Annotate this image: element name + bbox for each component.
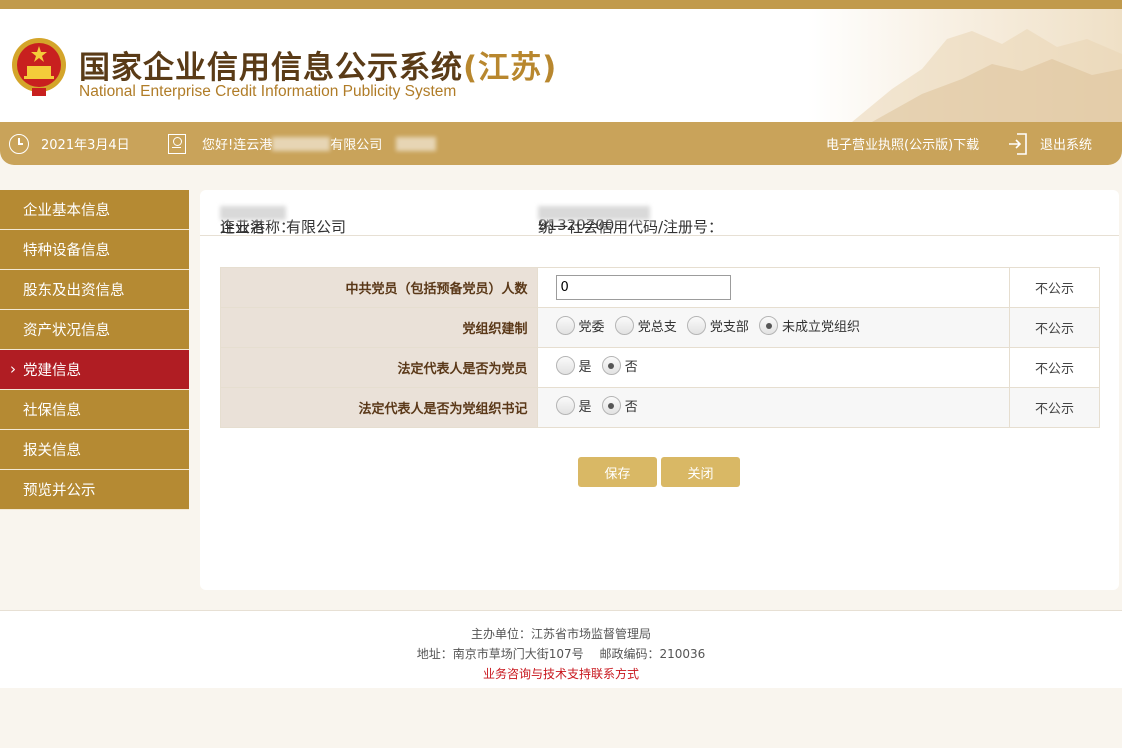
publicity-status: 不公示 — [1009, 267, 1100, 308]
radio-party-committee[interactable]: 党委 — [555, 316, 605, 335]
company-name: 企业名称： 连云港 有限公司 — [220, 203, 346, 236]
national-emblem-icon — [12, 38, 66, 96]
radio-rep-secretary-no[interactable]: 否 — [601, 396, 638, 415]
sidebar-nav: 企业基本信息 特种设备信息 股东及出资信息 资产状况信息 党建信息 社保信息 报… — [0, 190, 189, 510]
radio-label: 是 — [578, 400, 592, 415]
party-members-input[interactable] — [555, 275, 731, 300]
sidebar-item-shareholders[interactable]: 股东及出资信息 — [0, 270, 189, 310]
sidebar-item-label: 资产状况信息 — [23, 323, 110, 339]
top-bar: 2021年3月4日 您好!连云港 有限公司 电子营业执照(公示版)下载 退出系统 — [0, 122, 1122, 165]
logout-label: 退出系统 — [1040, 138, 1093, 153]
party-building-form: 中共党员（包括预备党员）人数 不公示 党组织建制 党委 党总支 党支部 未成立党… — [220, 267, 1100, 428]
form-row-party-members: 中共党员（包括预备党员）人数 不公示 — [220, 267, 1100, 308]
radio-circle — [555, 396, 575, 415]
sidebar-item-special-equipment[interactable]: 特种设备信息 — [0, 230, 189, 270]
radio-circle-checked — [601, 396, 621, 415]
redacted-blur — [272, 136, 331, 151]
radio-label: 否 — [624, 360, 638, 375]
form-row-party-organization: 党组织建制 党委 党总支 党支部 未成立党组织 不公示 — [220, 307, 1100, 348]
site-header: 国家企业信用信息公示系统(江苏) National Enterprise Cre… — [0, 9, 1122, 122]
radio-rep-member-no[interactable]: 否 — [601, 356, 638, 375]
radio-no-organization[interactable]: 未成立党组织 — [759, 316, 860, 335]
party-organization-label: 党组织建制 — [220, 307, 538, 348]
user-icon — [168, 133, 186, 154]
sidebar-item-label: 党建信息 — [23, 363, 81, 379]
sidebar-item-assets[interactable]: 资产状况信息 — [0, 310, 189, 350]
radio-label: 否 — [624, 400, 638, 415]
sidebar-item-label: 特种设备信息 — [23, 243, 110, 259]
top-accent-strip — [0, 0, 1122, 9]
form-row-rep-is-member: 法定代表人是否为党员 是 否 不公示 — [220, 347, 1100, 388]
radio-rep-secretary-yes[interactable]: 是 — [555, 396, 592, 415]
credit-code: 统一社会信用代码/注册号： 91320700 — [538, 203, 723, 236]
form-row-rep-is-secretary: 法定代表人是否为党组织书记 是 否 不公示 — [220, 387, 1100, 428]
sidebar-item-social-security[interactable]: 社保信息 — [0, 390, 189, 430]
sidebar-item-preview-publish[interactable]: 预览并公示 — [0, 470, 189, 510]
clock-icon — [9, 133, 29, 154]
support-contact-link[interactable]: 业务咨询与技术支持联系方式 — [0, 665, 1122, 682]
radio-circle — [555, 316, 575, 335]
sidebar-item-basic-info[interactable]: 企业基本信息 — [0, 190, 189, 230]
radio-circle-checked — [759, 316, 779, 335]
greeting-prefix: 您好!连云港 — [202, 138, 273, 153]
license-download-link[interactable]: 电子营业执照(公示版)下载 — [826, 122, 979, 165]
radio-circle — [686, 316, 706, 335]
sidebar-item-customs[interactable]: 报关信息 — [0, 430, 189, 470]
close-button[interactable]: 关闭 — [661, 457, 740, 487]
party-members-field-cell — [536, 267, 1011, 308]
redacted-blur — [538, 205, 650, 220]
logout-icon — [1009, 132, 1027, 155]
site-title-cn: 国家企业信用信息公示系统(江苏) — [79, 42, 557, 87]
site-title-province: (江苏) — [463, 50, 558, 86]
company-info-line: 企业名称： 连云港 有限公司 统一社会信用代码/注册号： 91320700 — [200, 190, 1119, 236]
greeting-suffix: 有限公司 — [330, 138, 383, 153]
radio-label: 党总支 — [637, 320, 677, 335]
site-footer: 主办单位：江苏省市场监督管理局 地址：南京市草场门大街107号 邮政编码：210… — [0, 610, 1122, 688]
sidebar-item-label: 预览并公示 — [23, 483, 96, 499]
redacted-blur — [220, 205, 286, 220]
party-members-label: 中共党员（包括预备党员）人数 — [220, 267, 538, 308]
radio-circle — [555, 356, 575, 375]
site-title-en: National Enterprise Credit Information P… — [79, 83, 457, 100]
sidebar-item-label: 报关信息 — [23, 443, 81, 459]
mountain-decoration — [852, 29, 1122, 122]
radio-label: 未成立党组织 — [782, 320, 861, 335]
radio-rep-member-yes[interactable]: 是 — [555, 356, 592, 375]
rep-is-secretary-field-cell: 是 否 — [536, 387, 1011, 428]
radio-label: 党委 — [578, 320, 605, 335]
publicity-status: 不公示 — [1009, 347, 1100, 388]
date-text: 2021年3月4日 — [41, 138, 130, 153]
save-button[interactable]: 保存 — [578, 457, 657, 487]
footer-address: 地址：南京市草场门大街107号 邮政编码：210036 — [416, 647, 706, 661]
redacted-blur — [396, 136, 437, 151]
party-organization-field-cell: 党委 党总支 党支部 未成立党组织 — [536, 307, 1011, 348]
radio-party-branch[interactable]: 党支部 — [686, 316, 749, 335]
company-name-suffix: 有限公司 — [286, 218, 347, 236]
radio-label: 党支部 — [709, 320, 749, 335]
radio-general-branch[interactable]: 党总支 — [614, 316, 677, 335]
user-greeting: 您好!连云港 有限公司 — [168, 122, 437, 165]
license-download-label: 电子营业执照(公示版)下载 — [826, 138, 980, 153]
logout-link[interactable]: 退出系统 — [1008, 122, 1092, 165]
rep-is-secretary-label: 法定代表人是否为党组织书记 — [220, 387, 538, 428]
rep-is-member-label: 法定代表人是否为党员 — [220, 347, 538, 388]
date-display: 2021年3月4日 — [9, 122, 130, 165]
rep-is-member-field-cell: 是 否 — [536, 347, 1011, 388]
radio-circle — [614, 316, 634, 335]
sidebar-item-label: 社保信息 — [23, 403, 81, 419]
sidebar-item-label: 企业基本信息 — [23, 203, 110, 219]
radio-label: 是 — [578, 360, 592, 375]
sidebar-item-party-building[interactable]: 党建信息 — [0, 350, 189, 390]
sidebar-item-label: 股东及出资信息 — [23, 283, 125, 299]
publicity-status: 不公示 — [1009, 307, 1100, 348]
radio-circle-checked — [601, 356, 621, 375]
site-title-main: 国家企业信用信息公示系统 — [79, 50, 463, 86]
main-panel: 企业名称： 连云港 有限公司 统一社会信用代码/注册号： 91320700 中共党员（… — [200, 190, 1119, 590]
publicity-status: 不公示 — [1009, 387, 1100, 428]
footer-sponsor: 主办单位：江苏省市场监督管理局 — [470, 627, 651, 641]
